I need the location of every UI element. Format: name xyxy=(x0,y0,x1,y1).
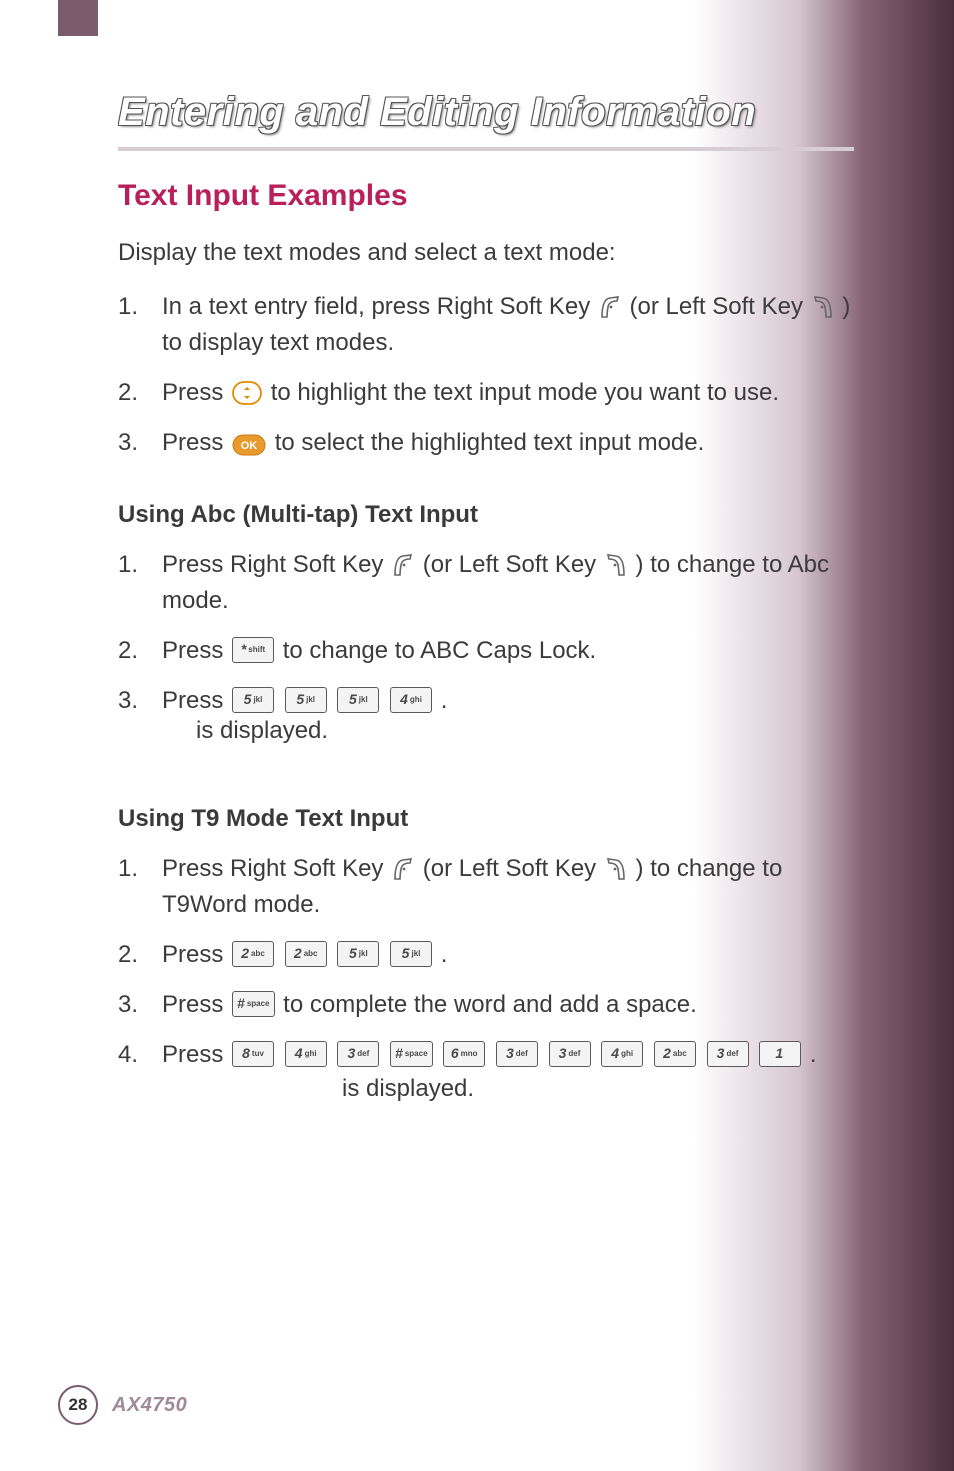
result-text: is displayed. xyxy=(196,713,854,749)
result-text: is displayed. xyxy=(342,1071,854,1107)
step-num: 3. xyxy=(118,683,162,719)
keycap-3: 3def xyxy=(549,1041,591,1067)
page-number: 28 xyxy=(58,1385,98,1425)
abc-steps: 1. Press Right Soft Key (or Left Soft Ke… xyxy=(118,547,854,765)
keycap-5: 5jkl xyxy=(337,941,379,967)
model-number: AX4750 xyxy=(112,1394,187,1417)
left-soft-key-icon xyxy=(812,294,834,318)
thumb-tab xyxy=(58,0,98,36)
list-item: 1. Press Right Soft Key (or Left Soft Ke… xyxy=(118,547,854,619)
keycap-2: 2abc xyxy=(654,1041,696,1067)
step-body: Press OK to select the highlighted text … xyxy=(162,425,854,461)
step-body: Press *shift to change to ABC Caps Lock. xyxy=(162,633,854,669)
list-item: 3. Press 5jkl 5jkl 5jkl 4ghi . is displa… xyxy=(118,683,854,765)
subheading-abc: Using Abc (Multi-tap) Text Input xyxy=(118,501,854,529)
step-num: 2. xyxy=(118,375,162,411)
list-item: 4. Press 8tuv 4ghi 3def #space 6mno 3def… xyxy=(118,1037,854,1123)
keycap-2: 2abc xyxy=(232,941,274,967)
keycap-star: *shift xyxy=(232,637,274,663)
svg-text:OK: OK xyxy=(241,440,258,452)
list-item: 3. Press OK to select the highlighted te… xyxy=(118,425,854,461)
section-title: Text Input Examples xyxy=(118,179,854,213)
step-body: Press #space to complete the word and ad… xyxy=(162,987,854,1023)
footer: 28 AX4750 xyxy=(58,1385,187,1425)
step-body: Press 2abc 2abc 5jkl 5jkl . xyxy=(162,937,854,973)
keycap-2: 2abc xyxy=(285,941,327,967)
keycap-hash: #space xyxy=(232,991,274,1017)
list-item: 1. In a text entry field, press Right So… xyxy=(118,289,854,361)
intro-text: Display the text modes and select a text… xyxy=(118,239,854,267)
step-num: 3. xyxy=(118,987,162,1023)
keycap-4: 4ghi xyxy=(601,1041,643,1067)
step-num: 1. xyxy=(118,547,162,583)
list-item: 2. Press 2abc 2abc 5jkl 5jkl . xyxy=(118,937,854,973)
page-title: Entering and Editing Information xyxy=(118,90,854,135)
step-body: Press 8tuv 4ghi 3def #space 6mno 3def 3d… xyxy=(162,1037,854,1123)
keycap-4: 4ghi xyxy=(390,687,432,713)
step-num: 2. xyxy=(118,937,162,973)
step-num: 1. xyxy=(118,289,162,325)
keycap-1: 1 xyxy=(759,1041,801,1067)
step-body: Press to highlight the text input mode y… xyxy=(162,375,854,411)
keycap-8: 8tuv xyxy=(232,1041,274,1067)
nav-key-icon xyxy=(232,380,262,404)
right-soft-key-icon xyxy=(392,552,414,576)
t9-steps: 1. Press Right Soft Key (or Left Soft Ke… xyxy=(118,851,854,1123)
keycap-3: 3def xyxy=(707,1041,749,1067)
left-soft-key-icon xyxy=(605,856,627,880)
page-content: Entering and Editing Information Text In… xyxy=(0,0,954,1123)
right-soft-key-icon xyxy=(392,856,414,880)
ok-key-icon: OK xyxy=(232,431,266,453)
keycap-5: 5jkl xyxy=(337,687,379,713)
step-num: 4. xyxy=(118,1037,162,1073)
step-num: 1. xyxy=(118,851,162,887)
list-item: 2. Press to highlight the text input mod… xyxy=(118,375,854,411)
keycap-3: 3def xyxy=(496,1041,538,1067)
list-item: 3. Press #space to complete the word and… xyxy=(118,987,854,1023)
step-body: Press Right Soft Key (or Left Soft Key )… xyxy=(162,851,854,923)
keycap-5: 5jkl xyxy=(390,941,432,967)
keycap-6: 6mno xyxy=(443,1041,485,1067)
step-num: 2. xyxy=(118,633,162,669)
keycap-3: 3def xyxy=(337,1041,379,1067)
step-num: 3. xyxy=(118,425,162,461)
keycap-hash: #space xyxy=(390,1041,432,1067)
keycap-5: 5jkl xyxy=(232,687,274,713)
step-body: Press 5jkl 5jkl 5jkl 4ghi . is displayed… xyxy=(162,683,854,765)
keycap-5: 5jkl xyxy=(285,687,327,713)
step-body: Press Right Soft Key (or Left Soft Key )… xyxy=(162,547,854,619)
right-soft-key-icon xyxy=(599,294,621,318)
main-steps: 1. In a text entry field, press Right So… xyxy=(118,289,854,461)
list-item: 1. Press Right Soft Key (or Left Soft Ke… xyxy=(118,851,854,923)
step-body: In a text entry field, press Right Soft … xyxy=(162,289,854,361)
list-item: 2. Press *shift to change to ABC Caps Lo… xyxy=(118,633,854,669)
left-soft-key-icon xyxy=(605,552,627,576)
title-rule xyxy=(118,147,854,151)
subheading-t9: Using T9 Mode Text Input xyxy=(118,805,854,833)
keycap-4: 4ghi xyxy=(285,1041,327,1067)
